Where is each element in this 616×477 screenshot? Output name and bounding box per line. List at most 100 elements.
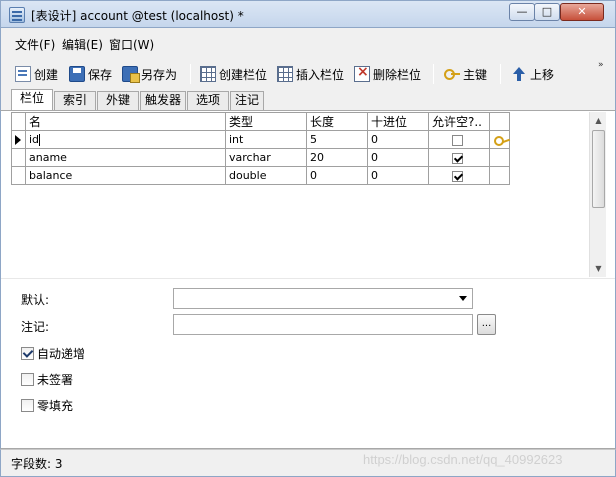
move-up-button[interactable]: 上移 [511, 64, 554, 84]
unsigned-option[interactable]: 未签署 [21, 371, 73, 388]
zerofill-checkbox[interactable] [21, 399, 34, 412]
comment-label: 注记: [21, 320, 50, 334]
allow-null-checkbox[interactable] [452, 170, 463, 182]
comment-ellipsis-button[interactable]: ... [477, 314, 496, 335]
arrow-up-icon [511, 66, 527, 82]
table-row[interactable]: balance double 0 0 [11, 166, 510, 185]
field-name-cell[interactable]: id [25, 130, 226, 149]
field-name-cell[interactable]: aname [25, 148, 226, 167]
status-bar: 字段数: 3 https://blog.csdn.net/qq_40992623 [0, 449, 616, 477]
field-decimal-cell[interactable]: 0 [367, 166, 429, 185]
field-key-cell [489, 130, 510, 149]
col-header-key [489, 112, 510, 131]
row-selector[interactable] [11, 166, 26, 185]
close-button[interactable]: ✕ [560, 3, 604, 21]
field-type-cell[interactable]: int [225, 130, 307, 149]
save-label: 保存 [88, 67, 113, 82]
field-name: id [29, 133, 40, 146]
default-label: 默认: [21, 293, 50, 307]
auto-increment-option[interactable]: 自动递增 [21, 345, 85, 362]
watermark-text: https://blog.csdn.net/qq_40992623 [363, 452, 563, 467]
row-selector[interactable] [11, 130, 26, 149]
text-caret [39, 134, 41, 146]
field-allow-null-cell[interactable] [428, 166, 490, 185]
col-header-name[interactable]: 名 [25, 112, 226, 131]
primary-key-label: 主键 [463, 67, 488, 82]
fields-panel: 名 类型 长度 十进位 允许空?.. id int 5 0 aname varc… [0, 110, 616, 449]
tab-foreign-keys[interactable]: 外键 [97, 91, 139, 110]
insert-field-icon [277, 66, 293, 82]
save-as-button[interactable]: 另存为 [122, 64, 177, 84]
key-icon [444, 66, 460, 82]
field-key-cell [489, 148, 510, 167]
save-as-icon [122, 66, 140, 83]
allow-null-checkbox[interactable] [452, 134, 463, 146]
create-field-button[interactable]: 创建栏位 [200, 64, 267, 84]
new-table-icon [15, 66, 31, 82]
field-allow-null-cell[interactable] [428, 148, 490, 167]
create-field-label: 创建栏位 [219, 67, 268, 82]
insert-field-button[interactable]: 插入栏位 [277, 64, 344, 84]
delete-field-button[interactable]: 删除栏位 [354, 64, 421, 84]
field-type-cell[interactable]: double [225, 166, 307, 185]
window-title: [表设计] account @test (localhost) * [31, 9, 244, 23]
primary-key-button[interactable]: 主键 [444, 64, 487, 84]
tab-comment[interactable]: 注记 [230, 91, 264, 110]
maximize-button[interactable]: □ [534, 3, 560, 21]
field-length-cell[interactable]: 5 [306, 130, 368, 149]
toolbar: 创建 保存 另存为 创建栏位 插入栏位 删除栏位 主键 上移 » [0, 58, 616, 88]
comment-input[interactable] [173, 314, 473, 335]
row-header-corner [11, 112, 26, 131]
unsigned-checkbox[interactable] [21, 373, 34, 386]
toolbar-separator [190, 64, 191, 84]
delete-field-label: 删除栏位 [373, 67, 422, 82]
default-value-select[interactable] [173, 288, 473, 309]
save-icon [69, 66, 85, 82]
insert-field-label: 插入栏位 [296, 67, 345, 82]
field-name-cell[interactable]: balance [25, 166, 226, 185]
menu-window[interactable]: 窗口(W) [109, 36, 154, 53]
create-field-icon [200, 66, 216, 82]
zerofill-option[interactable]: 零填充 [21, 397, 73, 414]
table-row[interactable]: id int 5 0 [11, 130, 510, 149]
grid-vertical-scrollbar[interactable]: ▲ ▼ [589, 112, 606, 277]
save-as-label: 另存为 [141, 67, 178, 82]
col-header-type[interactable]: 类型 [225, 112, 307, 131]
minimize-button[interactable]: — [509, 3, 535, 21]
toolbar-separator [433, 64, 434, 84]
menu-edit[interactable]: 编辑(E) [62, 36, 103, 53]
row-selector[interactable] [11, 148, 26, 167]
chevron-down-icon [459, 296, 467, 301]
field-decimal-cell[interactable]: 0 [367, 130, 429, 149]
field-allow-null-cell[interactable] [428, 130, 490, 149]
title-bar: [表设计] account @test (localhost) * — □ ✕ [0, 0, 616, 28]
col-header-allow-null[interactable]: 允许空?.. [428, 112, 490, 131]
allow-null-checkbox[interactable] [452, 152, 463, 164]
field-type-cell[interactable]: varchar [225, 148, 307, 167]
save-button[interactable]: 保存 [69, 64, 112, 84]
scroll-down-arrow-icon[interactable]: ▼ [590, 260, 607, 277]
auto-increment-checkbox[interactable] [21, 347, 34, 360]
unsigned-label: 未签署 [37, 373, 74, 387]
move-up-label: 上移 [530, 67, 555, 82]
menu-file[interactable]: 文件(F) [15, 36, 55, 53]
delete-field-icon [354, 64, 370, 82]
toolbar-overflow-icon[interactable]: » [598, 60, 604, 70]
menu-bar: 文件(F) 编辑(E) 窗口(W) [0, 28, 616, 58]
zerofill-label: 零填充 [37, 399, 74, 413]
field-length-cell[interactable]: 0 [306, 166, 368, 185]
create-button[interactable]: 创建 [15, 64, 58, 84]
scroll-up-arrow-icon[interactable]: ▲ [590, 112, 607, 129]
field-decimal-cell[interactable]: 0 [367, 148, 429, 167]
tab-options[interactable]: 选项 [187, 91, 229, 110]
col-header-length[interactable]: 长度 [306, 112, 368, 131]
scrollbar-thumb[interactable] [592, 130, 605, 208]
tab-indexes[interactable]: 索引 [54, 91, 96, 110]
tab-fields[interactable]: 栏位 [11, 89, 53, 110]
table-row[interactable]: aname varchar 20 0 [11, 148, 510, 167]
toolbar-separator [500, 64, 501, 84]
tab-triggers[interactable]: 触发器 [140, 91, 186, 110]
field-length-cell[interactable]: 20 [306, 148, 368, 167]
field-key-cell [489, 166, 510, 185]
col-header-decimal[interactable]: 十进位 [367, 112, 429, 131]
